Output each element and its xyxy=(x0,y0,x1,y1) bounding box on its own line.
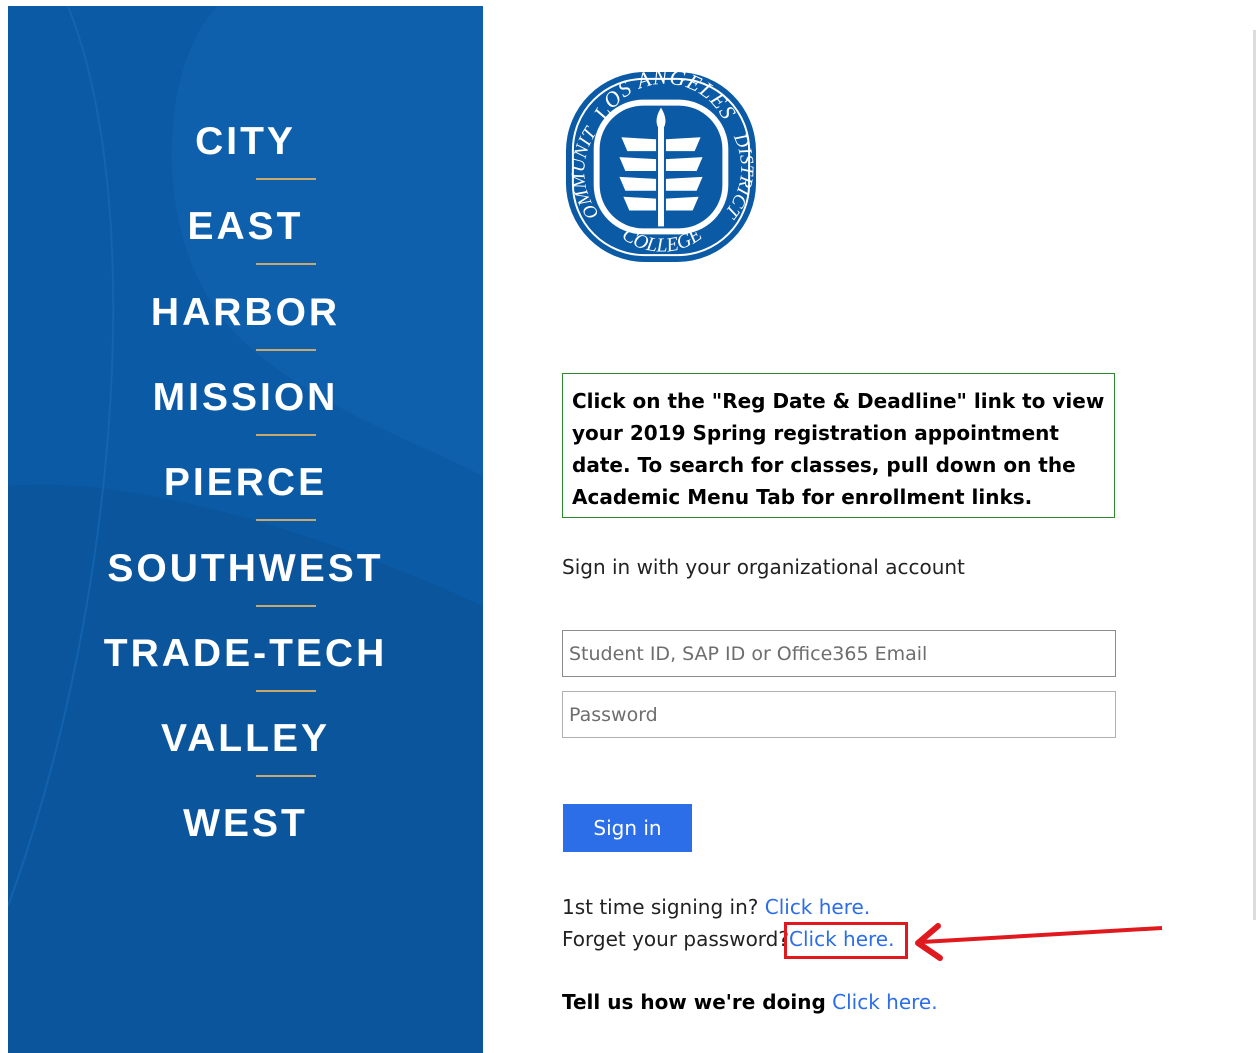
college-name: PIERCE xyxy=(163,461,328,505)
feedback-text: Tell us how we're doing xyxy=(562,990,826,1014)
feedback-link[interactable]: Click here. xyxy=(832,990,937,1014)
first-time-text: 1st time signing in? xyxy=(562,895,759,919)
lacccd-seal-logo: LOS ANGELES COMMUNITY COLLEGE DISTRICT xyxy=(562,68,757,263)
college-divider xyxy=(256,689,316,692)
annotation-highlight-box xyxy=(784,922,908,959)
college-divider xyxy=(256,519,316,522)
college-divider xyxy=(256,433,316,436)
username-input[interactable] xyxy=(562,630,1116,677)
feedback-row: Tell us how we're doing Click here. xyxy=(562,990,938,1014)
registration-notice: Click on the "Reg Date & Deadline" link … xyxy=(562,373,1115,518)
college-name: MISSION xyxy=(152,375,339,419)
college-name: VALLEY xyxy=(161,717,330,761)
college-name: TRADE-TECH xyxy=(103,631,388,675)
college-divider xyxy=(256,604,316,607)
college-divider xyxy=(256,775,316,778)
first-time-row: 1st time signing in? Click here. xyxy=(562,895,870,919)
notice-text: Click on the "Reg Date & Deadline" link … xyxy=(572,389,1105,509)
signin-heading: Sign in with your organizational account xyxy=(562,555,965,579)
forgot-password-text: Forget your password? xyxy=(562,927,789,951)
college-divider xyxy=(256,178,316,180)
college-name: HARBOR xyxy=(150,290,341,334)
first-time-link[interactable]: Click here. xyxy=(765,895,870,919)
college-name: EAST xyxy=(187,205,304,249)
college-divider xyxy=(256,263,316,266)
college-list-panel: CITY EAST HARBOR MISSION PIERCE SOUTHWEST TRAD… xyxy=(8,6,483,1053)
college-name: CITY xyxy=(195,120,296,163)
college-divider xyxy=(256,348,316,351)
college-name: SOUTHWEST xyxy=(107,546,384,590)
college-name: WEST xyxy=(183,802,308,846)
password-input[interactable] xyxy=(562,691,1116,738)
sign-in-button[interactable]: Sign in xyxy=(563,804,692,852)
annotation-arrow-icon xyxy=(915,923,1163,961)
